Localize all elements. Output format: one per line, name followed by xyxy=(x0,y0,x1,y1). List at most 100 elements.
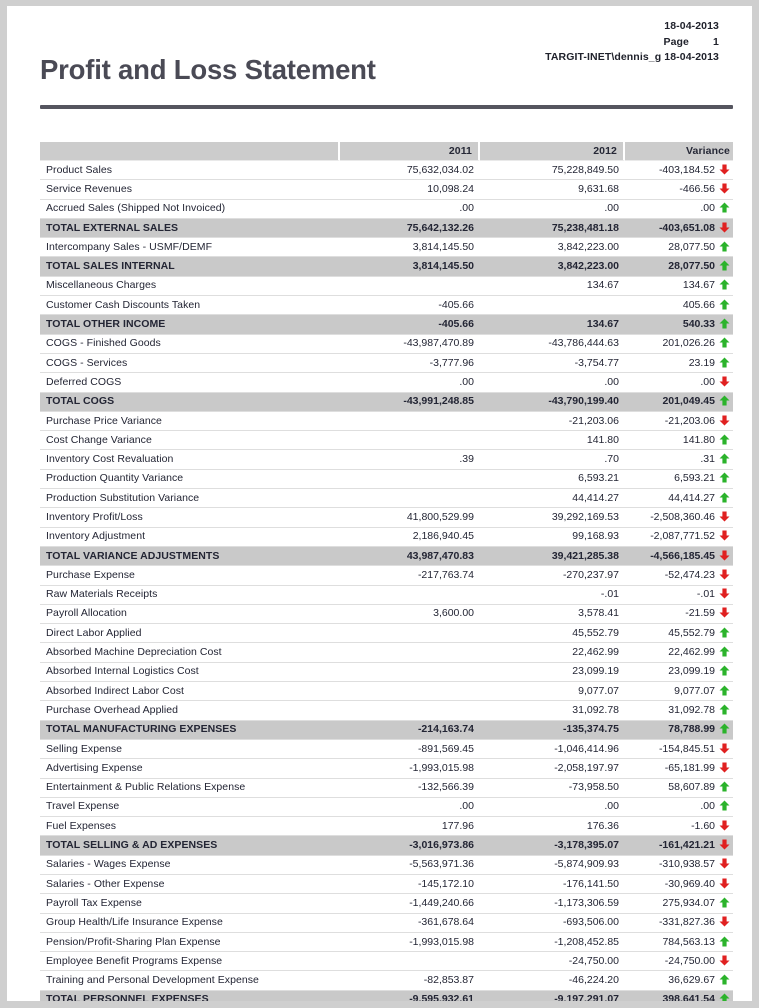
cell-2012: 3,578.41 xyxy=(480,605,625,625)
cell-variance: -466.56 xyxy=(625,180,733,200)
table-row[interactable]: Accrued Sales (Shipped Not Invoiced) .00.… xyxy=(40,200,733,219)
table-row[interactable]: Absorbed Indirect Labor Cost 9,077.07 9,07… xyxy=(40,682,733,702)
table-row[interactable]: Cost Change Variance 141.80 141.80 xyxy=(40,431,733,451)
cell-variance: -154,845.51 xyxy=(625,740,733,760)
report-sheet: 18-04-2013 Page 1 TARGIT-INET\dennis_g 18… xyxy=(7,6,752,1001)
table-row[interactable]: TOTAL OTHER INCOME -405.66 134.67 540.33 xyxy=(40,315,733,335)
table-row[interactable]: Intercompany Sales - USMF/DEMF 3,814,145.… xyxy=(40,238,733,258)
cell-variance: -30,969.40 xyxy=(625,875,733,895)
table-row[interactable]: Production Quantity Variance 6,593.21 6,59… xyxy=(40,470,733,490)
table-row[interactable]: Deferred COGS .00.00.00 xyxy=(40,373,733,393)
cell-variance: 23,099.19 xyxy=(625,663,733,683)
column-header-2012[interactable]: 2012 xyxy=(480,142,625,161)
title-divider xyxy=(40,105,733,109)
table-row[interactable]: Salaries - Wages Expense -5,563,971.36 -5,… xyxy=(40,856,733,875)
cell-2011: -9,595,932.61 xyxy=(340,990,480,1001)
arrow-up-icon xyxy=(719,260,730,271)
table-row[interactable]: Production Substitution Variance 44,414.2… xyxy=(40,489,733,509)
table-row[interactable]: Employee Benefit Programs Expense -24,750… xyxy=(40,952,733,972)
variance-value: 31,092.78 xyxy=(668,703,715,716)
cell-variance: 275,934.07 xyxy=(625,894,733,914)
table-row[interactable]: TOTAL PERSONNEL EXPENSES -9,595,932.61 -9,… xyxy=(40,990,733,1001)
column-header-2011[interactable]: 2011 xyxy=(340,142,480,161)
meta-page-number: 1 xyxy=(713,35,719,48)
variance-value: .31 xyxy=(700,453,715,466)
table-row[interactable]: Payroll Tax Expense -1,449,240.66 -1,173,3… xyxy=(40,894,733,914)
table-row[interactable]: Entertainment & Public Relations Expense… xyxy=(40,779,733,798)
column-header-variance[interactable]: Variance xyxy=(625,142,733,161)
arrow-up-icon xyxy=(719,279,730,290)
table-row[interactable]: TOTAL SALES INTERNAL 3,814,145.50 3,842,22… xyxy=(40,257,733,277)
table-row[interactable]: Payroll Allocation 3,600.00 3,578.41 -21.59 xyxy=(40,605,733,625)
table-row[interactable]: Salaries - Other Expense -145,172.10 -176,… xyxy=(40,875,733,895)
table-row[interactable]: TOTAL SELLING & AD EXPENSES -3,016,973.86… xyxy=(40,836,733,856)
arrow-up-icon xyxy=(719,434,730,445)
row-label: Production Quantity Variance xyxy=(40,470,340,490)
table-row[interactable]: Raw Materials Receipts -.01 -.01 xyxy=(40,586,733,605)
arrow-down-icon xyxy=(719,878,730,889)
arrow-down-icon xyxy=(719,916,730,927)
table-row[interactable]: Miscellaneous Charges 134.67 134.67 xyxy=(40,277,733,297)
table-row[interactable]: Advertising Expense -1,993,015.98 -2,058,1… xyxy=(40,759,733,779)
table-row[interactable]: Customer Cash Discounts Taken -405.66 405.… xyxy=(40,296,733,316)
variance-value: .00 xyxy=(700,800,715,813)
table-row[interactable]: Selling Expense -891,569.45 -1,046,414.96 -… xyxy=(40,740,733,760)
cell-2011: 177.96 xyxy=(340,817,480,837)
variance-value: -1.60 xyxy=(691,819,715,832)
cell-2012: -5,874,909.93 xyxy=(480,856,625,875)
cell-variance: 22,462.99 xyxy=(625,643,733,663)
cell-2011: -82,853.87 xyxy=(340,971,480,991)
cell-2012: -270,237.97 xyxy=(480,566,625,586)
table-row[interactable]: TOTAL EXTERNAL SALES 75,642,132.26 75,238,… xyxy=(40,218,733,239)
cell-2012: 39,292,169.53 xyxy=(480,508,625,528)
table-row[interactable]: Training and Personal Development Expens… xyxy=(40,971,733,991)
cell-variance: 784,563.13 xyxy=(625,933,733,953)
arrow-up-icon xyxy=(719,299,730,310)
variance-value: 201,026.26 xyxy=(662,337,715,350)
table-row[interactable]: Inventory Adjustment 2,186,940.45 99,168.9… xyxy=(40,528,733,547)
table-row[interactable]: Service Revenues 10,098.24 9,631.68 -466.56 xyxy=(40,180,733,200)
cell-variance: 201,049.45 xyxy=(625,392,733,412)
table-row[interactable]: Purchase Price Variance -21,203.06 -21,203… xyxy=(40,412,733,432)
variance-value: -2,508,360.46 xyxy=(650,510,715,523)
cell-variance: 44,414.27 xyxy=(625,489,733,509)
variance-value: -.01 xyxy=(696,588,715,601)
table-row[interactable]: TOTAL MANUFACTURING EXPENSES -214,163.74-… xyxy=(40,720,733,740)
table-row[interactable]: COGS - Services -3,777.96 -3,754.77 23.19 xyxy=(40,354,733,374)
variance-value: 22,462.99 xyxy=(668,646,715,659)
cell-2011: -1,449,240.66 xyxy=(340,894,480,914)
table-row[interactable]: Inventory Profit/Loss 41,800,529.99 39,292… xyxy=(40,508,733,528)
cell-2011: -3,016,973.86 xyxy=(340,836,480,856)
row-label: Miscellaneous Charges xyxy=(40,277,340,297)
variance-value: -52,474.23 xyxy=(664,568,715,581)
cell-2011: -405.66 xyxy=(340,296,480,316)
variance-value: -65,181.99 xyxy=(664,761,715,774)
cell-2012: -3,178,395.07 xyxy=(480,836,625,856)
table-row[interactable]: Absorbed Internal Logistics Cost 23,099.1… xyxy=(40,663,733,683)
row-label: Selling Expense xyxy=(40,740,340,760)
table-row[interactable]: Product Sales 75,632,034.02 75,228,849.50 -… xyxy=(40,161,733,181)
table-row[interactable]: Absorbed Machine Depreciation Cost 22,462… xyxy=(40,643,733,663)
table-row[interactable]: Pension/Profit-Sharing Plan Expense -1,99… xyxy=(40,933,733,953)
arrow-up-icon xyxy=(719,800,730,811)
table-row[interactable]: Purchase Expense -217,763.74 -270,237.97 -5… xyxy=(40,566,733,586)
table-row[interactable]: TOTAL VARIANCE ADJUSTMENTS 43,987,470.83 3… xyxy=(40,546,733,567)
variance-value: -154,845.51 xyxy=(658,742,715,755)
table-row[interactable]: Fuel Expenses 177.96 176.36 -1.60 xyxy=(40,817,733,837)
table-row[interactable]: COGS - Finished Goods -43,987,470.89 -43,7… xyxy=(40,335,733,354)
variance-value: 23,099.19 xyxy=(668,665,715,678)
table-row[interactable]: Inventory Cost Revaluation .39.70 .31 xyxy=(40,450,733,470)
table-row[interactable]: Purchase Overhead Applied 31,092.78 31,092… xyxy=(40,701,733,721)
variance-value: -331,827.36 xyxy=(658,916,715,929)
table-row[interactable]: Group Health/Life Insurance Expense -361,… xyxy=(40,914,733,933)
cell-variance: -161,421.21 xyxy=(625,836,733,856)
arrow-down-icon xyxy=(719,222,730,233)
table-row[interactable]: TOTAL COGS -43,991,248.85 -43,790,199.40 20… xyxy=(40,392,733,412)
cell-2011: 43,987,470.83 xyxy=(340,546,480,567)
table-row[interactable]: Travel Expense .00.00.00 xyxy=(40,798,733,818)
table-row[interactable]: Direct Labor Applied 45,552.79 45,552.79 xyxy=(40,624,733,644)
arrow-up-icon xyxy=(719,202,730,213)
column-header-account[interactable] xyxy=(40,142,340,161)
cell-2011 xyxy=(340,470,480,490)
arrow-down-icon xyxy=(719,569,730,580)
